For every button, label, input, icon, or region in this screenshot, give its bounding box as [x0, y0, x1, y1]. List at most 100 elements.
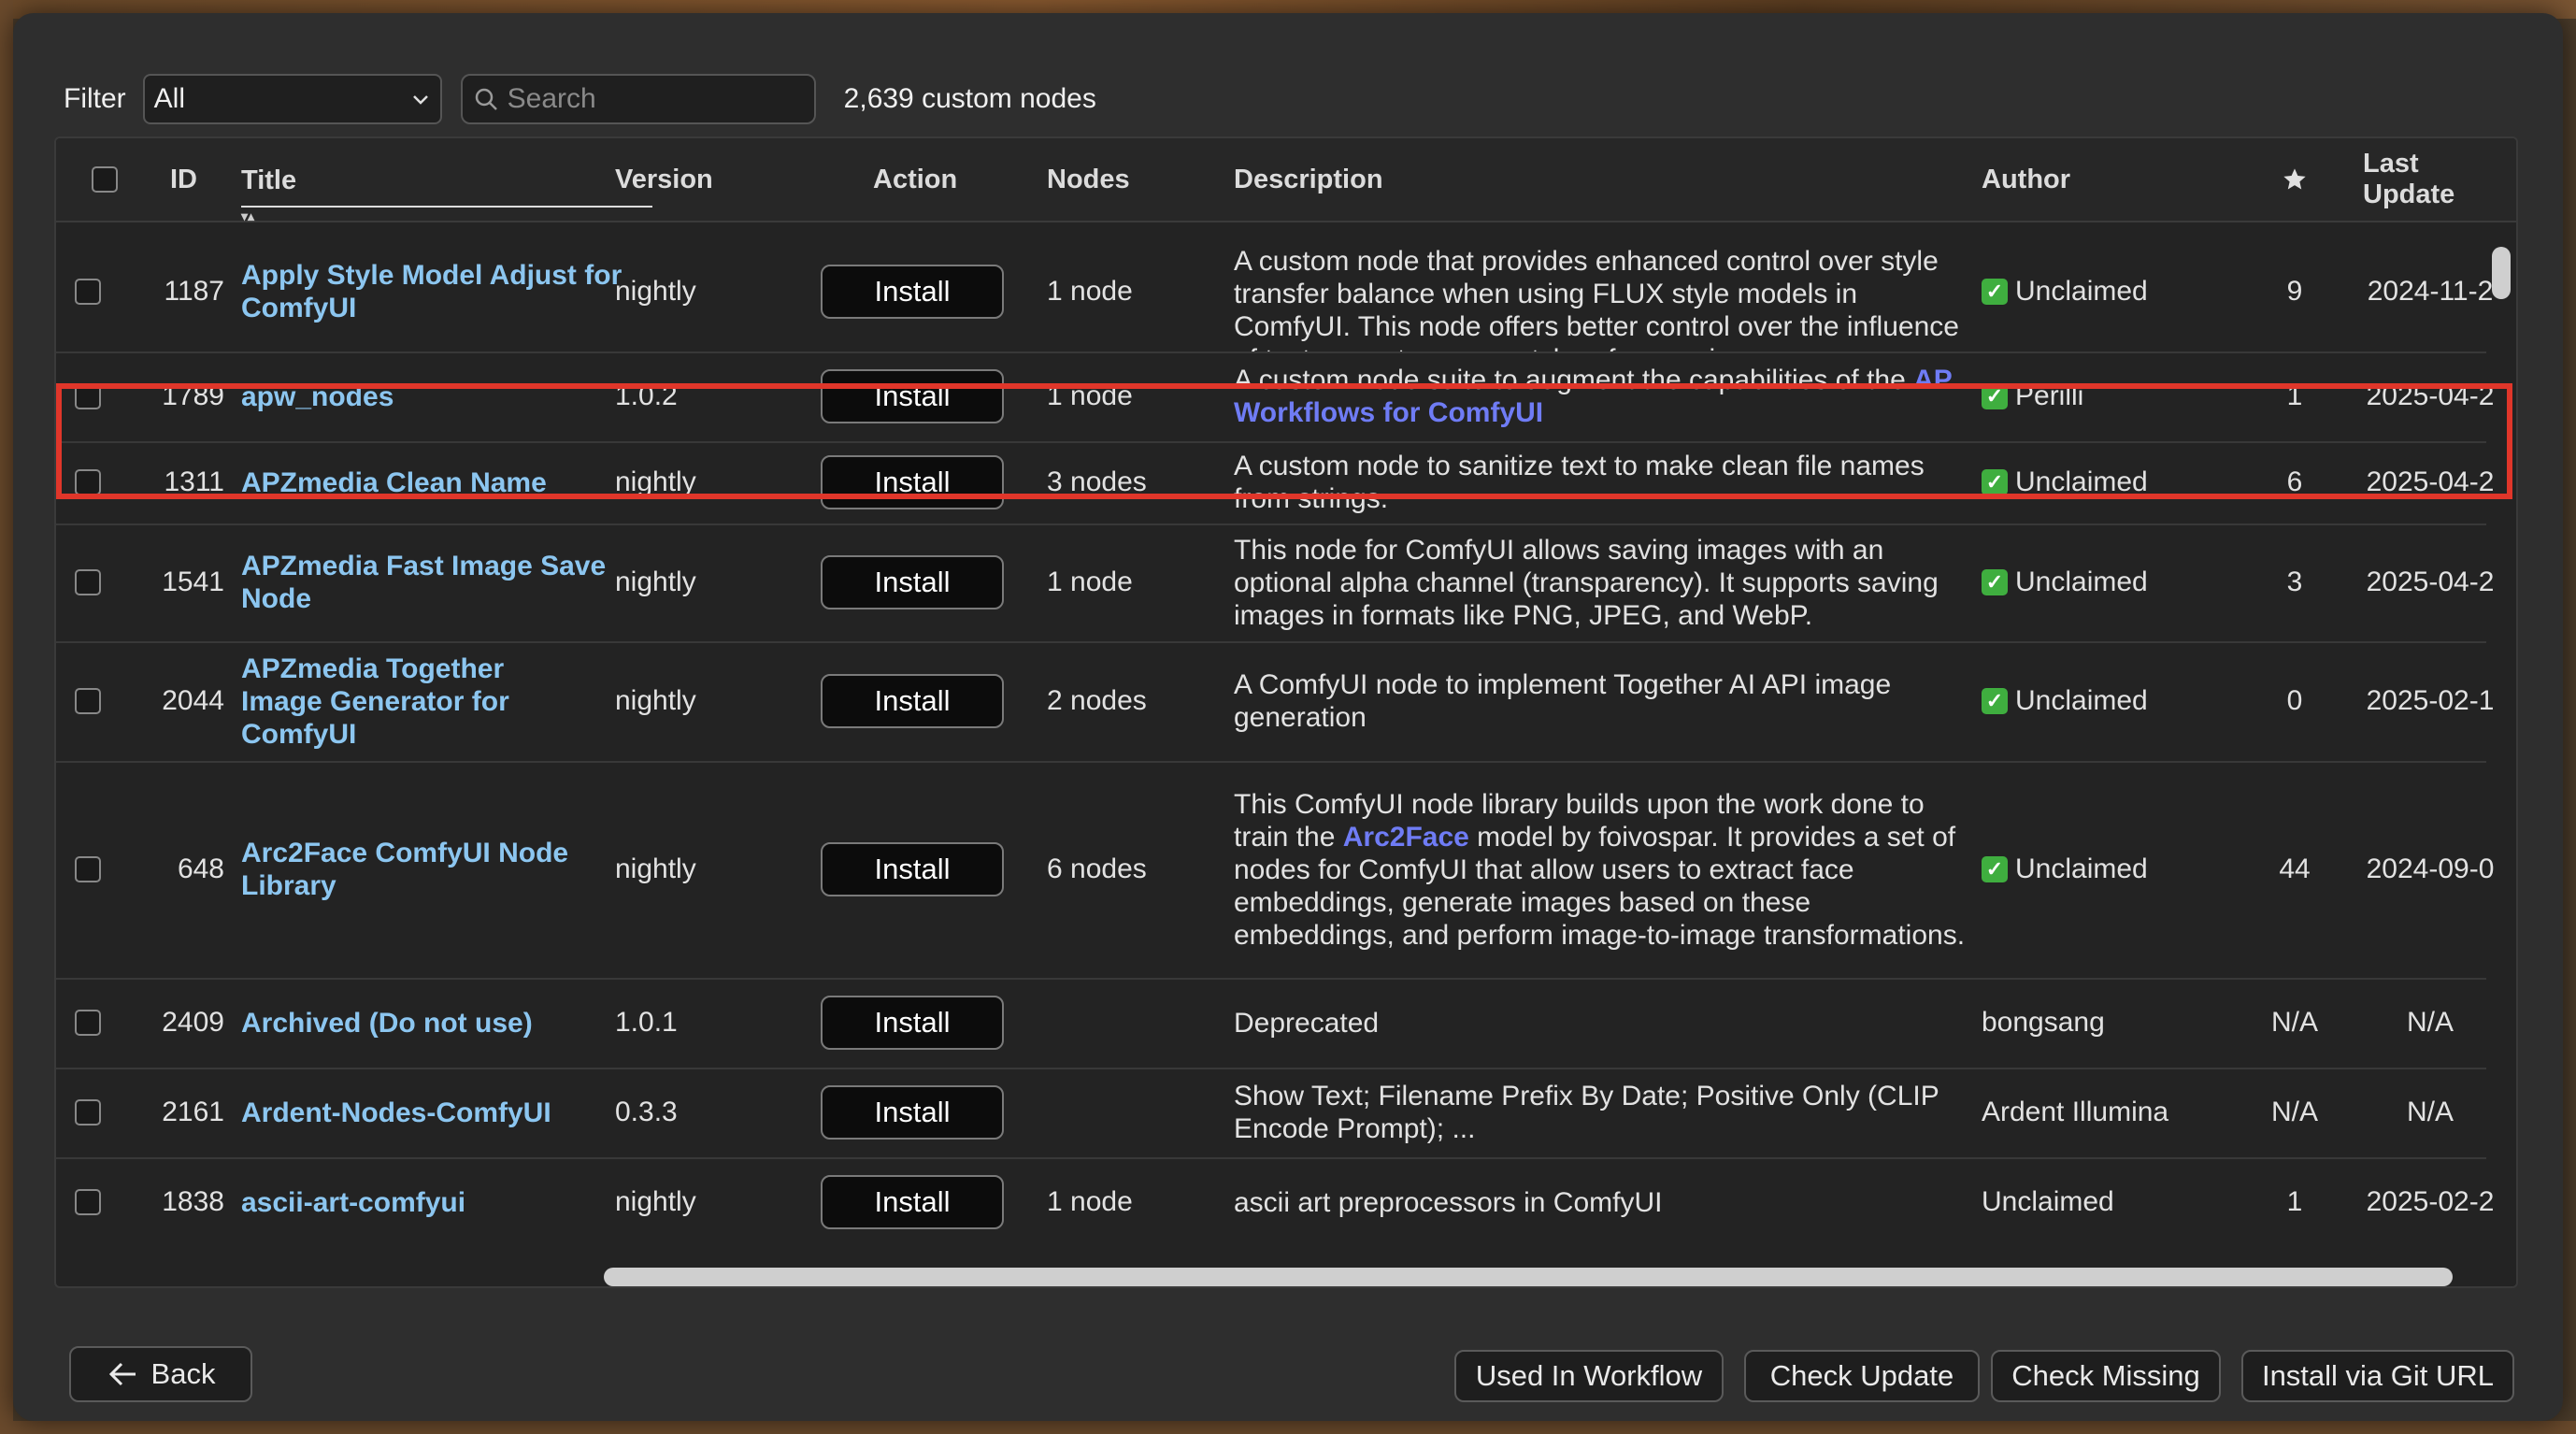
select-all-checkbox[interactable]: [92, 166, 118, 193]
install-button[interactable]: Install: [821, 996, 1004, 1050]
row-nodes: 1 node: [1047, 276, 1133, 307]
filter-select[interactable]: All: [142, 74, 442, 124]
row-author-name: Perilli: [2015, 380, 2084, 411]
row-author-name: Unclaimed: [2015, 853, 2148, 884]
header-description[interactable]: Description: [1234, 138, 1383, 221]
row-version: nightly: [615, 853, 696, 884]
row-version: 1.0.1: [615, 1007, 678, 1038]
header-version[interactable]: Version: [615, 138, 713, 221]
row-stars: N/A: [2270, 1007, 2318, 1038]
row-description-text: A custom node suite to augment the capab…: [1234, 365, 1914, 395]
horizontal-scrollbar-thumb[interactable]: [604, 1268, 2453, 1286]
install-button[interactable]: Install: [821, 674, 1004, 728]
install-button[interactable]: Install: [821, 555, 1004, 609]
filter-select-value: All: [153, 83, 186, 114]
row-stars: 1: [2286, 380, 2303, 411]
header-stars[interactable]: [2262, 138, 2327, 221]
filter-toolbar: Filter All Search 2,639 custom nodes: [64, 73, 1096, 125]
row-checkbox[interactable]: [75, 856, 101, 882]
row-checkbox[interactable]: [75, 279, 101, 305]
install-button[interactable]: Install: [821, 1085, 1004, 1140]
row-description: Deprecated: [1234, 1007, 1380, 1039]
install-button[interactable]: Install: [821, 265, 1004, 319]
install-button[interactable]: Install: [821, 1175, 1004, 1229]
row-author: bongsang: [1982, 1007, 2105, 1038]
row-title-link[interactable]: ascii-art-comfyui: [241, 1157, 652, 1247]
row-stars: 0: [2286, 685, 2303, 716]
verified-check-icon: ✓: [1982, 469, 2008, 495]
row-title-link[interactable]: Archived (Do not use): [241, 978, 652, 1068]
row-id: 2409: [162, 1007, 224, 1038]
row-checkbox[interactable]: [75, 469, 101, 495]
row-author-name: Unclaimed: [2015, 685, 2148, 716]
background-edge-left: [0, 0, 13, 1434]
row-title-link[interactable]: Apply Style Model Adjust for ComfyUI: [241, 232, 652, 351]
used-in-workflow-button[interactable]: Used In Workflow: [1454, 1350, 1724, 1402]
sort-icon[interactable]: ▾▴: [241, 209, 254, 222]
star-icon: [2283, 168, 2306, 190]
row-checkbox[interactable]: [75, 383, 101, 409]
header-title[interactable]: Title: [241, 155, 652, 208]
row-id: 648: [177, 853, 224, 884]
row-stars: 6: [2286, 466, 2303, 497]
row-id: 1789: [162, 380, 224, 411]
row-version: 0.3.3: [615, 1097, 678, 1127]
row-author-name: Unclaimed: [2015, 276, 2148, 307]
header-action[interactable]: Action: [873, 138, 957, 221]
row-version: nightly: [615, 276, 696, 307]
row-title-link[interactable]: APZmedia Fast Image Save Node: [241, 523, 652, 641]
verified-check-icon: ✓: [1982, 569, 2008, 595]
row-title-link[interactable]: APZmedia Clean Name: [241, 441, 652, 523]
install-via-git-url-button[interactable]: Install via Git URL: [2241, 1350, 2514, 1402]
row-version: nightly: [615, 685, 696, 716]
row-title-link[interactable]: APZmedia Together Image Generator for Co…: [241, 641, 540, 761]
row-title-link[interactable]: apw_nodes: [241, 351, 652, 441]
check-missing-button[interactable]: Check Missing: [1991, 1350, 2221, 1402]
search-input[interactable]: Search: [460, 74, 816, 124]
row-nodes: 2 nodes: [1047, 685, 1147, 716]
row-description: A ComfyUI node to implement Together AI …: [1234, 669, 1892, 733]
verified-check-icon: ✓: [1982, 688, 2008, 714]
row-checkbox[interactable]: [75, 688, 101, 714]
row-author: ✓ Unclaimed: [1982, 232, 2148, 351]
header-nodes[interactable]: Nodes: [1047, 138, 1130, 221]
header-id[interactable]: ID: [170, 138, 197, 221]
row-checkbox[interactable]: [75, 1189, 101, 1215]
row-last-update: 2025-02-1: [2366, 685, 2495, 716]
row-title-link[interactable]: Arc2Face ComfyUI Node Library: [241, 761, 652, 978]
row-checkbox[interactable]: [75, 1099, 101, 1126]
row-author-name: Unclaimed: [2015, 466, 2148, 497]
row-checkbox[interactable]: [75, 1010, 101, 1036]
verified-check-icon: ✓: [1982, 856, 2008, 882]
header-last-update[interactable]: Last Update: [2363, 138, 2516, 221]
table-header: ID Title ▾▴ Version Action Nodes Descrip…: [56, 138, 2516, 222]
table-row: 1838 ascii-art-comfyui nightly Install 1…: [56, 1157, 2494, 1247]
search-placeholder: Search: [507, 83, 596, 114]
row-id: 1311: [164, 466, 224, 497]
row-checkbox[interactable]: [75, 569, 101, 595]
table-row: 2161 Ardent-Nodes-ComfyUI 0.3.3 Install …: [56, 1068, 2486, 1159]
install-button[interactable]: Install: [821, 455, 1004, 509]
row-title-link[interactable]: Ardent-Nodes-ComfyUI: [241, 1068, 652, 1157]
table-row: 648 Arc2Face ComfyUI Node Library nightl…: [56, 761, 2494, 980]
row-version: nightly: [615, 566, 696, 597]
row-stars: N/A: [2270, 1097, 2318, 1127]
row-author-name: Unclaimed: [2015, 566, 2148, 597]
arrow-left-icon: [108, 1362, 136, 1386]
vertical-scrollbar-thumb[interactable]: [2492, 247, 2511, 299]
row-nodes: 6 nodes: [1047, 853, 1147, 884]
table-row: 1311 APZmedia Clean Name nightly Install…: [56, 441, 2494, 525]
description-link[interactable]: Arc2Face: [1343, 822, 1469, 853]
search-icon: [475, 88, 497, 110]
check-update-button[interactable]: Check Update: [1744, 1350, 1980, 1402]
header-author[interactable]: Author: [1982, 138, 2070, 221]
back-button[interactable]: Back: [69, 1346, 252, 1402]
row-description: ascii art preprocessors in ComfyUI: [1234, 1186, 1663, 1218]
table-row: 2409 Archived (Do not use) 1.0.1 Install…: [56, 978, 2486, 1069]
row-version: nightly: [615, 466, 696, 497]
row-id: 1541: [162, 566, 224, 597]
row-last-update: 2024-09-0: [2366, 853, 2495, 884]
install-button[interactable]: Install: [821, 369, 1004, 423]
install-button[interactable]: Install: [821, 842, 1004, 896]
row-stars: 3: [2286, 566, 2303, 597]
